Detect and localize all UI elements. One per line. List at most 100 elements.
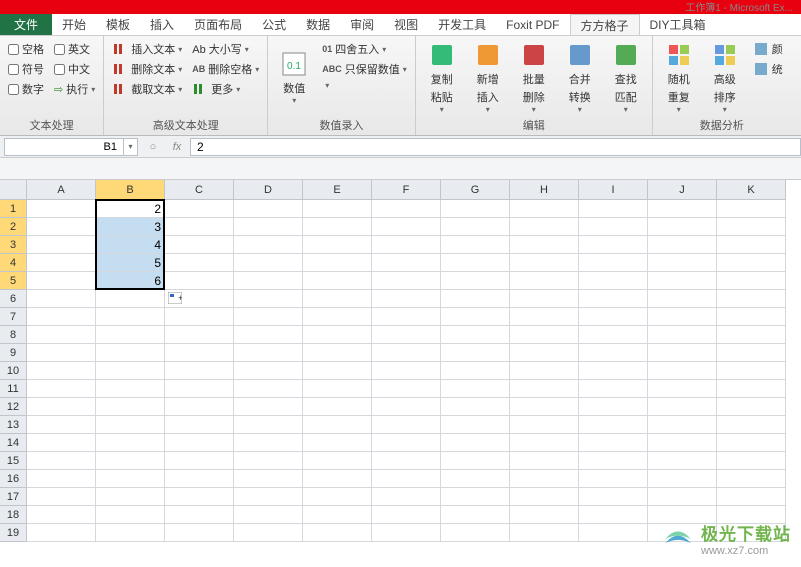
cell-I16[interactable] (579, 470, 648, 488)
cell-C4[interactable] (165, 254, 234, 272)
cell-K6[interactable] (717, 290, 786, 308)
cell-G17[interactable] (441, 488, 510, 506)
cell-J13[interactable] (648, 416, 717, 434)
cell-I5[interactable] (579, 272, 648, 290)
cell-B18[interactable] (96, 506, 165, 524)
edit-合并转换[interactable]: 合并转换▾ (560, 38, 600, 117)
cell-H15[interactable] (510, 452, 579, 470)
cell-K10[interactable] (717, 362, 786, 380)
cell-A16[interactable] (27, 470, 96, 488)
cell-J4[interactable] (648, 254, 717, 272)
cell-A2[interactable] (27, 218, 96, 236)
edit-批量删除[interactable]: 批量删除▾ (514, 38, 554, 117)
row-header-17[interactable]: 17 (0, 488, 27, 506)
row-header-12[interactable]: 12 (0, 398, 27, 416)
row-header-15[interactable]: 15 (0, 452, 27, 470)
cell-A13[interactable] (27, 416, 96, 434)
cell-A8[interactable] (27, 326, 96, 344)
cell-D14[interactable] (234, 434, 303, 452)
cell-B19[interactable] (96, 524, 165, 542)
col-header-I[interactable]: I (579, 180, 648, 200)
cell-J16[interactable] (648, 470, 717, 488)
cell-K3[interactable] (717, 236, 786, 254)
cell-D3[interactable] (234, 236, 303, 254)
cell-G14[interactable] (441, 434, 510, 452)
cell-D16[interactable] (234, 470, 303, 488)
cell-A17[interactable] (27, 488, 96, 506)
cell-K4[interactable] (717, 254, 786, 272)
cell-C16[interactable] (165, 470, 234, 488)
cell-D6[interactable] (234, 290, 303, 308)
file-tab[interactable]: 文件 (0, 14, 52, 35)
cell-A18[interactable] (27, 506, 96, 524)
cell-B13[interactable] (96, 416, 165, 434)
cell-J10[interactable] (648, 362, 717, 380)
cell-E12[interactable] (303, 398, 372, 416)
col-header-B[interactable]: B (96, 180, 165, 200)
cell-D2[interactable] (234, 218, 303, 236)
cell-F13[interactable] (372, 416, 441, 434)
cell-I2[interactable] (579, 218, 648, 236)
edit-查找匹配[interactable]: 查找匹配▾ (606, 38, 646, 117)
cell-K16[interactable] (717, 470, 786, 488)
cmd-截取文本[interactable]: 截取文本 ▾ (110, 80, 184, 98)
cell-C11[interactable] (165, 380, 234, 398)
cell-F15[interactable] (372, 452, 441, 470)
cell-H2[interactable] (510, 218, 579, 236)
select-all-corner[interactable] (0, 180, 27, 200)
cell-H19[interactable] (510, 524, 579, 542)
cell-F16[interactable] (372, 470, 441, 488)
cell-F4[interactable] (372, 254, 441, 272)
col-header-D[interactable]: D (234, 180, 303, 200)
tab-方方格子[interactable]: 方方格子 (570, 14, 640, 35)
row-header-16[interactable]: 16 (0, 470, 27, 488)
cell-E19[interactable] (303, 524, 372, 542)
cell-K15[interactable] (717, 452, 786, 470)
cell-C18[interactable] (165, 506, 234, 524)
cell-C3[interactable] (165, 236, 234, 254)
cell-B9[interactable] (96, 344, 165, 362)
cell-C2[interactable] (165, 218, 234, 236)
tab-模板[interactable]: 模板 (96, 14, 140, 35)
autofill-options-icon[interactable]: + (168, 292, 182, 304)
tab-开始[interactable]: 开始 (52, 14, 96, 35)
cell-D10[interactable] (234, 362, 303, 380)
cell-I4[interactable] (579, 254, 648, 272)
extra-统[interactable]: 统 (751, 60, 785, 78)
cell-D19[interactable] (234, 524, 303, 542)
cell-B14[interactable] (96, 434, 165, 452)
cell-B11[interactable] (96, 380, 165, 398)
cell-B7[interactable] (96, 308, 165, 326)
cell-J3[interactable] (648, 236, 717, 254)
fx-label[interactable]: fx (168, 139, 186, 155)
cell-A14[interactable] (27, 434, 96, 452)
cell-E18[interactable] (303, 506, 372, 524)
row-header-1[interactable]: 1 (0, 200, 27, 218)
cell-I6[interactable] (579, 290, 648, 308)
cell-I8[interactable] (579, 326, 648, 344)
extra-颜[interactable]: 颜 (751, 40, 785, 58)
edit-新增插入[interactable]: 新增插入▾ (468, 38, 508, 117)
cell-J17[interactable] (648, 488, 717, 506)
cell-F9[interactable] (372, 344, 441, 362)
cell-F14[interactable] (372, 434, 441, 452)
cell-I17[interactable] (579, 488, 648, 506)
cell-H9[interactable] (510, 344, 579, 362)
row-header-11[interactable]: 11 (0, 380, 27, 398)
cell-F19[interactable] (372, 524, 441, 542)
cell-H17[interactable] (510, 488, 579, 506)
cell-I11[interactable] (579, 380, 648, 398)
option-空格[interactable]: 空格 (6, 40, 46, 58)
cell-E8[interactable] (303, 326, 372, 344)
cell-G2[interactable] (441, 218, 510, 236)
row-header-8[interactable]: 8 (0, 326, 27, 344)
cell-B12[interactable] (96, 398, 165, 416)
cell-C17[interactable] (165, 488, 234, 506)
cell-H18[interactable] (510, 506, 579, 524)
cmd-插入文本[interactable]: 插入文本 ▾ (110, 40, 184, 58)
cell-F1[interactable] (372, 200, 441, 218)
cell-K8[interactable] (717, 326, 786, 344)
cell-D1[interactable] (234, 200, 303, 218)
row-header-6[interactable]: 6 (0, 290, 27, 308)
tab-视图[interactable]: 视图 (384, 14, 428, 35)
